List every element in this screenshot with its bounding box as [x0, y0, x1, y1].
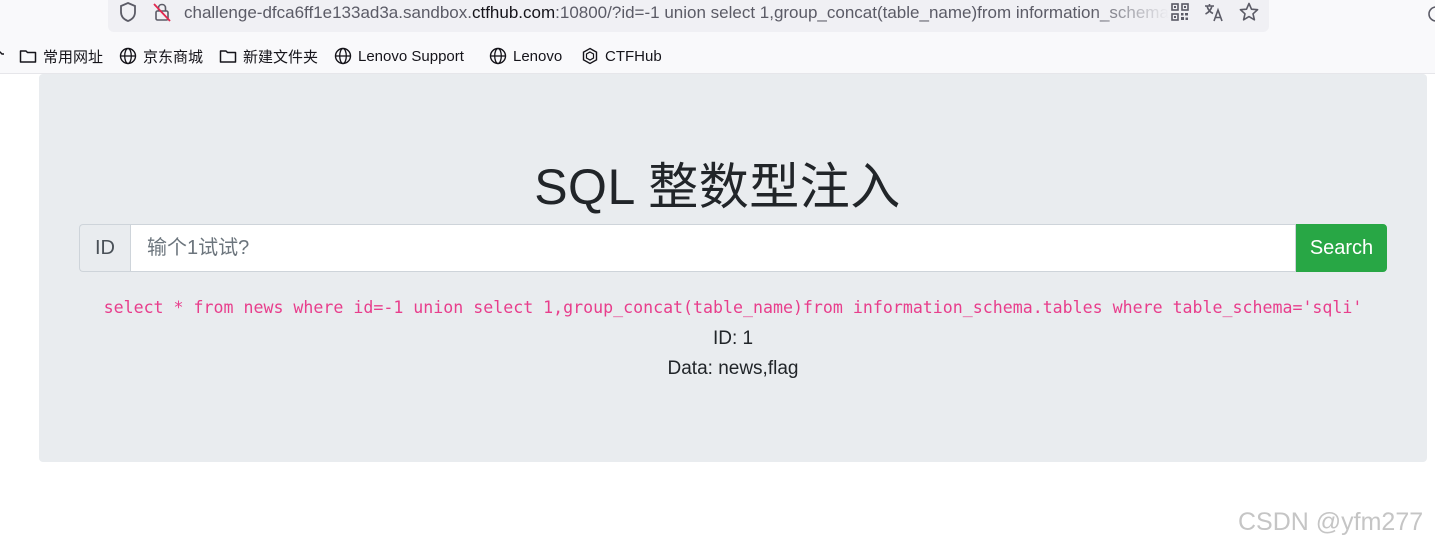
bookmark-label: Lenovo Support	[358, 47, 464, 65]
page-title: SQL 整数型注入	[534, 159, 901, 215]
lock-slash-icon[interactable]	[148, 0, 176, 26]
result-data: Data: news,flag	[667, 358, 799, 379]
search-button[interactable]: Search	[1296, 224, 1387, 272]
bookmarks-toolbar: 常用网址 京东商城 新建文件夹 Lenovo Support Lenovo CT…	[0, 42, 1435, 70]
bookmark-jd[interactable]: 京东商城	[119, 42, 203, 70]
browser-chrome: challenge-dfca6ff1e133ad3a.sandbox.ctfhu…	[0, 0, 1435, 74]
bookmark-changyong[interactable]: 常用网址	[19, 42, 103, 70]
folder-icon	[219, 50, 237, 63]
bookmark-label: 京东商城	[143, 48, 204, 66]
address-bar[interactable]: challenge-dfca6ff1e133ad3a.sandbox.ctfhu…	[108, 0, 1269, 32]
qr-code-icon[interactable]	[1166, 0, 1194, 26]
bookmark-label: CTFHub	[605, 47, 662, 65]
bookmark-ctfhub[interactable]: CTFHub	[581, 42, 662, 70]
globe-icon	[489, 47, 507, 65]
globe-icon	[119, 47, 137, 65]
star-icon[interactable]	[1235, 0, 1263, 26]
search-form: ID Search	[79, 224, 1387, 272]
result-id: ID: 1	[712, 328, 754, 349]
ctfhub-icon	[582, 47, 598, 65]
translate-icon[interactable]	[1200, 0, 1228, 26]
url-text[interactable]: challenge-dfca6ff1e133ad3a.sandbox.ctfhu…	[184, 3, 1169, 23]
bookmark-lenovo-support[interactable]: Lenovo Support	[334, 42, 464, 70]
bookmark-overflow-fragment[interactable]	[0, 42, 4, 70]
sql-query-text: select * from news where id=-1 union sel…	[103, 298, 1363, 317]
shield-icon[interactable]	[114, 0, 142, 26]
bookmark-label: Lenovo	[513, 47, 563, 65]
id-prefix-label: ID	[79, 224, 130, 272]
account-icon[interactable]	[1426, 4, 1435, 24]
bookmark-lenovo[interactable]: Lenovo	[489, 42, 562, 70]
folder-icon	[19, 50, 37, 63]
id-input[interactable]	[130, 224, 1296, 272]
bookmark-new-folder[interactable]: 新建文件夹	[219, 42, 318, 70]
bookmark-label: 新建文件夹	[243, 48, 319, 66]
bookmark-label: 常用网址	[43, 48, 104, 66]
globe-icon	[334, 47, 352, 65]
watermark: CSDN @yfm277	[1238, 508, 1424, 536]
